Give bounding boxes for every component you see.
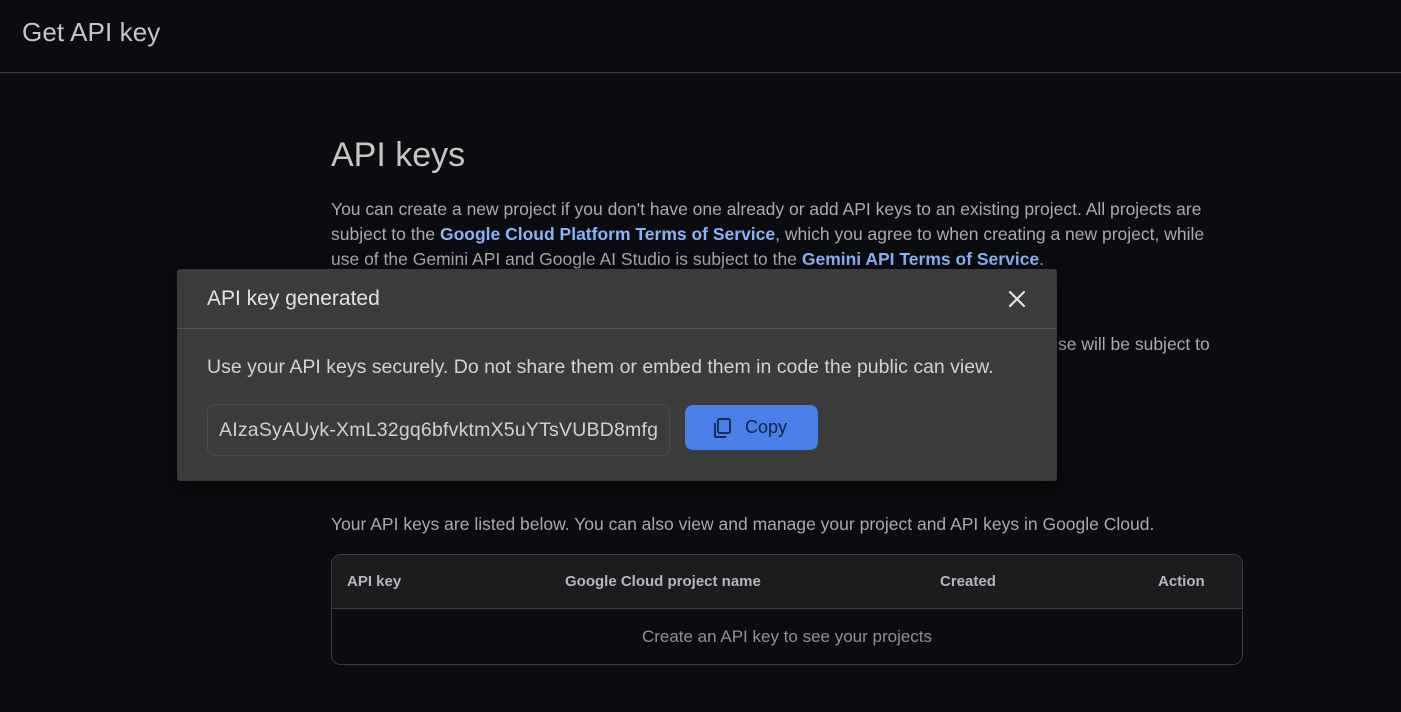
top-bar: Get API key [0, 0, 1401, 73]
close-button[interactable] [1003, 285, 1031, 313]
page: Get API key API keys You can create a ne… [0, 0, 1401, 712]
copy-icon [714, 418, 731, 438]
security-warning: Use your API keys securely. Do not share… [207, 356, 994, 378]
gemini-terms-link[interactable]: Gemini API Terms of Service [802, 249, 1039, 269]
obscured-paragraph-text: se will be subject to [1058, 334, 1210, 354]
page-title: Get API key [22, 17, 161, 47]
api-key-value[interactable]: AIzaSyAUyk-XmL32gq6bfvktmX5uYTsVUBD8mfg [219, 419, 658, 442]
table-empty-message: Create an API key to see your projects [641, 627, 933, 646]
api-key-field[interactable]: AIzaSyAUyk-XmL32gq6bfvktmX5uYTsVUBD8mfg [207, 404, 670, 456]
api-keys-table: API key Google Cloud project name Create… [331, 554, 1243, 665]
section-heading: API keys [331, 136, 466, 174]
copy-button-label: Copy [745, 417, 788, 437]
dialog-title: API key generated [207, 287, 380, 310]
column-header-project-name: Google Cloud project name [565, 573, 761, 590]
column-header-created: Created [940, 573, 996, 590]
column-header-api-key: API key [347, 573, 402, 590]
table-header: API key Google Cloud project name Create… [332, 555, 1242, 609]
copy-button[interactable]: Copy [685, 405, 818, 450]
dialog-header: API key generated [177, 269, 1057, 329]
close-icon [1008, 290, 1026, 308]
api-keys-description: Your API keys are listed below. You can … [331, 514, 1155, 534]
intro-paragraph: You can create a new project if you don'… [331, 197, 1236, 272]
intro-text-3: . [1039, 249, 1045, 269]
api-key-generated-dialog: API key generated Use your API keys secu… [177, 269, 1057, 481]
column-header-action: Action [1158, 573, 1205, 590]
gcp-terms-link[interactable]: Google Cloud Platform Terms of Service [440, 224, 775, 244]
